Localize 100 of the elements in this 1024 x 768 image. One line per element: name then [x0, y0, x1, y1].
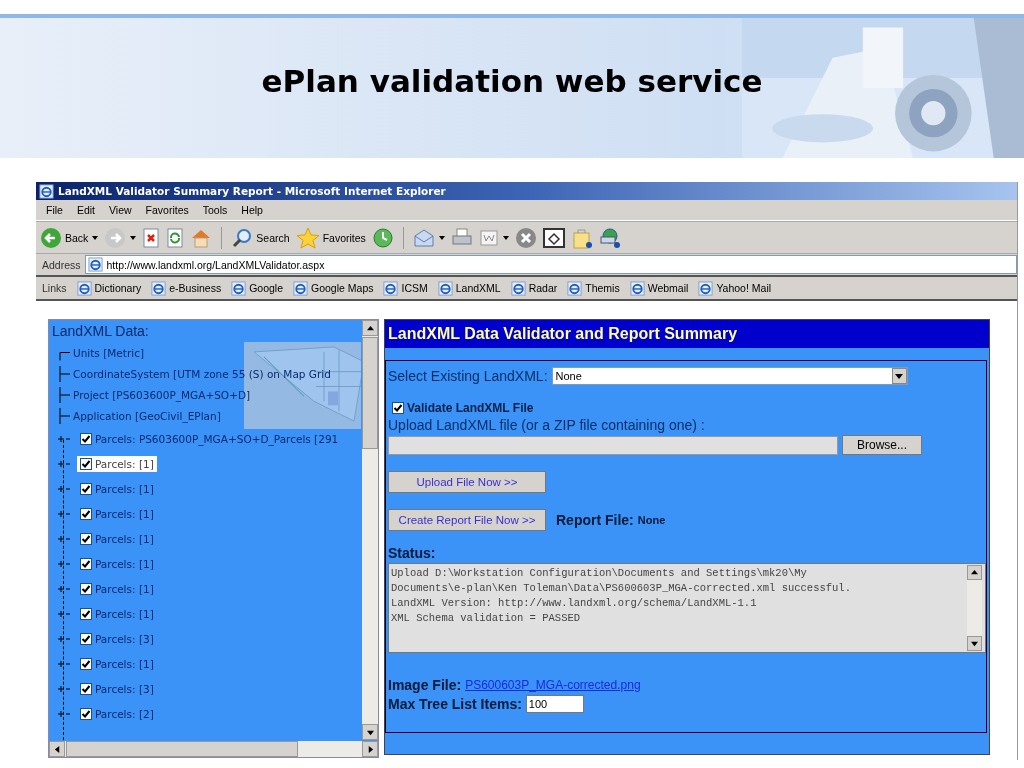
window-title: LandXML Validator Summary Report - Microsoft Internet Explorer: [58, 185, 446, 197]
scroll-arrow-button[interactable]: [967, 565, 982, 580]
browse-button[interactable]: Browse...: [842, 435, 922, 455]
tree-item[interactable]: Parcels: [1]: [77, 580, 157, 597]
refresh-icon: [166, 227, 185, 248]
document-icon: [478, 227, 499, 248]
links-label: Links: [42, 282, 67, 294]
tree-item[interactable]: Parcels: [3]: [77, 680, 157, 697]
history-icon: [371, 226, 394, 249]
web-page-icon: [510, 280, 526, 296]
dropdown-caret-icon[interactable]: [438, 235, 445, 240]
web-page-icon: [231, 280, 247, 296]
landxml-select[interactable]: None: [551, 367, 908, 385]
checkbox[interactable]: [80, 457, 92, 470]
favorite-link[interactable]: Webmail: [629, 280, 689, 296]
tree-item[interactable]: Parcels: [1]: [77, 655, 157, 672]
triangle-icon: [366, 745, 374, 753]
checkbox[interactable]: [80, 607, 92, 620]
scroll-arrow-button[interactable]: [362, 741, 378, 757]
select-label: Select Existing LandXML:: [388, 368, 548, 384]
favorite-link[interactable]: Dictionary: [76, 280, 142, 296]
tree-item[interactable]: Units [Metric]: [73, 346, 145, 359]
tree-item[interactable]: Parcels: [1]: [77, 530, 157, 547]
menu-item[interactable]: File: [46, 204, 63, 216]
web-page-icon: [383, 280, 399, 296]
tree-branch-icon: [59, 365, 71, 382]
web-page-icon: [629, 280, 645, 296]
search-icon: [231, 226, 254, 249]
tree-item[interactable]: Parcels: [1]: [77, 605, 157, 622]
checkbox[interactable]: [80, 557, 92, 570]
triangle-icon: [53, 745, 61, 753]
horizontal-scrollbar[interactable]: [49, 741, 378, 757]
web-page-icon: [437, 280, 453, 296]
report-file-value: None: [637, 514, 666, 526]
toolbar-button[interactable]: [598, 226, 621, 249]
tree-item[interactable]: Parcels: PS603600P_MGA+SO+D_Parcels [291: [77, 430, 342, 447]
checkbox[interactable]: [80, 707, 92, 720]
checkbox[interactable]: [80, 657, 92, 670]
create-report-button[interactable]: Create Report File Now >>: [388, 509, 546, 531]
checkbox[interactable]: [80, 532, 92, 545]
menu-item[interactable]: View: [109, 204, 132, 216]
tree-item[interactable]: Application [GeoCivil_EPlan]: [73, 409, 221, 422]
vertical-scrollbar[interactable]: [967, 565, 982, 651]
tree-branch-icon: [59, 352, 71, 361]
toolbar-button[interactable]: [570, 226, 593, 249]
toolbar-button[interactable]: Favorites: [295, 226, 366, 249]
status-textarea[interactable]: Upload D:\Workstation Configuration\Documents and Settings\mk20\My Documents\e-plan\Ken Toleman\Data\PS600603P_MGA-corrected.xml successful. LandXML Version: http://www.landxml.org/schema/LandXML-1.1 XML Schema validation = PASSED: [388, 563, 986, 653]
vertical-scrollbar[interactable]: [362, 320, 378, 740]
upload-label: Upload LandXML file (or a ZIP file containing one) :: [388, 417, 706, 433]
toolbar-button[interactable]: Back: [40, 226, 89, 249]
tree-branch-icon: [59, 407, 71, 424]
scroll-arrow-button[interactable]: [49, 741, 65, 757]
toolbar-button[interactable]: Search: [231, 226, 290, 249]
triangle-icon: [971, 569, 978, 576]
upload-button[interactable]: Upload File Now >>: [388, 471, 546, 493]
menu-item[interactable]: Edit: [76, 204, 95, 216]
tree-item[interactable]: Parcels: [1]: [77, 480, 157, 497]
favorite-link[interactable]: Google Maps: [293, 280, 374, 296]
dropdown-caret-icon[interactable]: [130, 235, 137, 240]
web-page-icon: [293, 280, 308, 296]
globe-icon: [598, 226, 621, 249]
checkbox[interactable]: [80, 682, 92, 695]
checkbox[interactable]: [392, 402, 404, 414]
favorite-link[interactable]: Themis: [567, 280, 620, 296]
favorite-link[interactable]: LandXML: [437, 280, 501, 296]
menu-item[interactable]: Tools: [202, 204, 228, 216]
checkbox[interactable]: [80, 632, 92, 645]
tree-item[interactable]: Parcels: [1]: [77, 505, 157, 522]
scroll-arrow-button[interactable]: [967, 636, 982, 651]
favorite-link[interactable]: Radar: [510, 280, 558, 296]
tree-item[interactable]: Parcels: [2]: [77, 705, 157, 722]
favorite-link[interactable]: e-Business: [151, 280, 222, 296]
tree-item[interactable]: Parcels: [1]: [77, 555, 157, 572]
menu-item[interactable]: Favorites: [145, 204, 189, 216]
checkbox[interactable]: [80, 582, 92, 595]
menu-item[interactable]: Help: [241, 204, 263, 216]
file-path-field[interactable]: [388, 435, 838, 455]
favorite-link[interactable]: ICSM: [383, 280, 428, 296]
dropdown-arrow-icon: [895, 373, 904, 379]
max-items-label: Max Tree List Items:: [388, 696, 522, 712]
web-page-icon: [698, 280, 714, 296]
scroll-arrow-button[interactable]: [362, 320, 378, 336]
toolbar-button[interactable]: [542, 226, 565, 249]
checkbox[interactable]: [80, 482, 92, 495]
checkbox[interactable]: [80, 432, 92, 445]
tree-item[interactable]: Parcels: [1]: [77, 455, 157, 472]
triangle-icon: [971, 640, 978, 647]
scroll-arrow-button[interactable]: [362, 724, 378, 740]
favorite-link[interactable]: Yahoo! Mail: [698, 280, 772, 296]
tree-item[interactable]: Parcels: [3]: [77, 630, 157, 647]
checkbox[interactable]: [80, 507, 92, 520]
triangle-icon: [366, 728, 374, 736]
favorite-link[interactable]: Google: [231, 280, 283, 296]
shopping-bag-icon: [570, 226, 593, 249]
dropdown-caret-icon[interactable]: [92, 235, 99, 240]
tree-branch-icon: [59, 386, 71, 403]
dropdown-caret-icon[interactable]: [502, 235, 509, 240]
address-field[interactable]: http://www.landxml.org/LandXMLValidator.aspx: [84, 255, 1017, 274]
max-items-field[interactable]: 100: [525, 695, 584, 713]
web-page-icon: [151, 280, 167, 296]
